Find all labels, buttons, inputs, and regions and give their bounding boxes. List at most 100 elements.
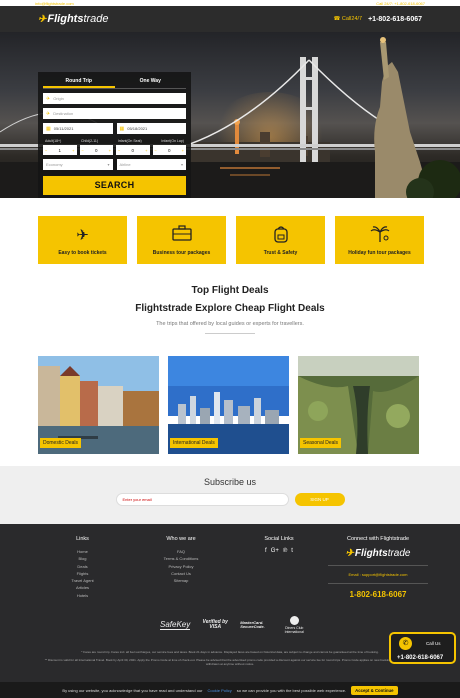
top-email[interactable]: info@flightstrade.com <box>35 1 74 6</box>
chevron-down-icon: ▾ <box>180 162 183 167</box>
infant-lap-label: Infant(On Lap) <box>161 139 184 143</box>
site-logo[interactable]: ✈ Flights trade <box>38 13 109 25</box>
minus-icon[interactable]: − <box>45 148 47 153</box>
infant-lap-stepper[interactable]: −0 + <box>152 145 186 155</box>
footer-link-sitemap[interactable]: Sitemap <box>146 577 216 584</box>
destination-input[interactable]: ✈ Destination <box>43 108 186 119</box>
plane-swoosh-icon: ✈ <box>345 548 354 559</box>
plus-icon[interactable]: + <box>72 148 74 153</box>
footer-links-title: Links <box>76 536 89 542</box>
feature-holiday-tours[interactable]: Holiday fun tour packages <box>335 216 424 264</box>
footer-link-deals[interactable]: Deals <box>0 563 165 570</box>
footer-link-flights[interactable]: Flights <box>0 570 165 577</box>
divider <box>205 333 255 334</box>
minus-icon[interactable]: − <box>82 148 84 153</box>
infant-seat-stepper[interactable]: −0 + <box>116 145 150 155</box>
fine-print-fares: * Fares are round trip. Fares incl. all … <box>81 650 379 654</box>
plus-icon[interactable]: + <box>182 148 184 153</box>
footer-link-privacy[interactable]: Privacy Policy <box>146 563 216 570</box>
deals-subtitle: Flightstrade Explore Cheap Flight Deals <box>135 303 325 314</box>
plus-icon[interactable]: + <box>109 148 111 153</box>
depart-date-input[interactable]: ▦ 05/11/2021 <box>43 123 113 134</box>
child-label: Child(2-11) <box>80 139 99 143</box>
briefcase-icon <box>171 224 192 247</box>
deal-domestic[interactable]: Domestic Deals <box>38 356 159 454</box>
return-date-input[interactable]: ▦ 05/18/2021 <box>116 123 186 134</box>
plane-swoosh-icon: ✈ <box>38 13 47 25</box>
feature-trust-safety[interactable]: Trust & Safety <box>236 216 325 264</box>
feature-cards: ✈ Easy to book tickets Business tour pac… <box>38 216 424 264</box>
tab-round-trip[interactable]: Round Trip <box>43 76 115 88</box>
accept-cookies-button[interactable]: Accept & Continue <box>351 685 398 695</box>
minus-icon[interactable]: − <box>118 148 120 153</box>
footer-link-contact[interactable]: Contact Us <box>146 570 216 577</box>
floating-call-button[interactable]: ✆ Call Us +1-802-618-6067 <box>389 632 456 664</box>
passenger-labels: Adult(18+) Child(2-11) Infant(On Seat) I… <box>43 139 186 143</box>
fine-print-discount: ** Discount is valid for all Internation… <box>44 658 416 667</box>
origin-input[interactable]: ✈ Origin <box>43 93 186 104</box>
safekey-badge: SafeKey <box>160 620 191 630</box>
tab-one-way[interactable]: One Way <box>115 76 187 88</box>
footer-links-col: Links Home Blog Deals Flights Travel Age… <box>0 536 165 599</box>
divider <box>328 565 428 566</box>
minus-icon[interactable]: − <box>155 148 157 153</box>
plane-icon: ✈ <box>76 226 89 244</box>
child-stepper[interactable]: −0 + <box>79 145 113 155</box>
flight-search-panel: Round Trip One Way ✈ Origin ✈ Destinatio… <box>38 72 191 198</box>
diners-logo-icon <box>289 616 299 625</box>
footer-who-title: Who we are <box>166 536 196 542</box>
feature-easy-booking[interactable]: ✈ Easy to book tickets <box>38 216 127 264</box>
pinterest-icon[interactable]: ℗ <box>283 548 287 554</box>
adult-stepper[interactable]: −1 + <box>43 145 77 155</box>
signup-button[interactable]: SIGN UP <box>294 493 345 506</box>
footer-link-hotels[interactable]: Hotels <box>0 592 165 599</box>
deal-international[interactable]: International Deals <box>168 356 289 454</box>
footer-link-home[interactable]: Home <box>0 548 165 555</box>
footer-link-faq[interactable]: FAQ <box>146 548 216 555</box>
footer-link-travel-agent[interactable]: Travel Agent <box>0 577 165 584</box>
security-badges: SafeKey Verified by VISA MasterCard. Sec… <box>160 616 306 634</box>
cookie-policy-link[interactable]: Cookie Policy <box>208 688 232 693</box>
plane-takeoff-icon: ✈ <box>46 95 51 102</box>
cookie-text: By using our website, you acknowledge th… <box>62 687 203 693</box>
feature-business-tours[interactable]: Business tour packages <box>137 216 226 264</box>
phone-icon: ✆ <box>399 637 412 650</box>
header-call[interactable]: ☎ Call24/7 +1-802-618-6067 <box>334 16 422 23</box>
plane-landing-icon: ✈ <box>46 110 51 117</box>
adult-label: Adult(18+) <box>45 139 62 143</box>
twitter-icon[interactable]: t <box>291 548 293 554</box>
google-plus-icon[interactable]: G+ <box>271 548 279 554</box>
footer-link-blog[interactable]: Blog <box>0 555 165 562</box>
footer-social-col: Social Links f G+ ℗ t <box>246 536 312 554</box>
divider <box>328 583 428 584</box>
footer-link-terms[interactable]: Terms & Conditions <box>146 555 216 562</box>
deal-cards: Domestic Deals International Deals Seaso… <box>38 356 419 454</box>
header-phone: +1-802-618-6067 <box>368 15 422 23</box>
cabin-class-select[interactable]: Economy ▾ <box>43 159 113 170</box>
footer-email[interactable]: Email : support@flightstrade.com <box>328 572 428 577</box>
diners-club-badge: Diners Club International <box>282 616 306 634</box>
call-us-label: Call Us <box>426 641 441 646</box>
footer-phone[interactable]: 1-802-618-6067 <box>328 590 428 599</box>
palm-tree-icon <box>370 225 390 247</box>
calendar-icon: ▦ <box>119 125 125 132</box>
subscribe-section: Subscribe us Enter your email SIGN UP <box>0 466 460 524</box>
airline-select[interactable]: Airline ▾ <box>116 159 186 170</box>
footer-logo[interactable]: ✈ Flights trade <box>328 548 428 559</box>
top-phone[interactable]: Call 24/7: +1-802-618-6067 <box>376 1 425 6</box>
deals-title: Top Flight Deals <box>191 285 269 296</box>
subscribe-email-input[interactable]: Enter your email <box>115 493 289 506</box>
backpack-icon <box>273 225 289 247</box>
footer-who-col: Who we are FAQ Terms & Conditions Privac… <box>146 536 216 584</box>
cookie-text-2: so we can provide you with the best poss… <box>236 687 347 693</box>
deals-tagline: The trips that offered by local guides o… <box>156 321 304 327</box>
deal-seasonal[interactable]: Seasonal Deals <box>298 356 419 454</box>
site-footer: Links Home Blog Deals Flights Travel Age… <box>0 524 460 698</box>
search-button[interactable]: SEARCH <box>43 176 186 195</box>
logo-thin-text: trade <box>83 13 109 25</box>
phone-icon: ☎ Call24/7 <box>333 16 363 22</box>
footer-link-articles[interactable]: Articles <box>0 584 165 591</box>
facebook-icon[interactable]: f <box>265 548 267 554</box>
plus-icon[interactable]: + <box>145 148 147 153</box>
chevron-down-icon: ▾ <box>107 162 110 167</box>
